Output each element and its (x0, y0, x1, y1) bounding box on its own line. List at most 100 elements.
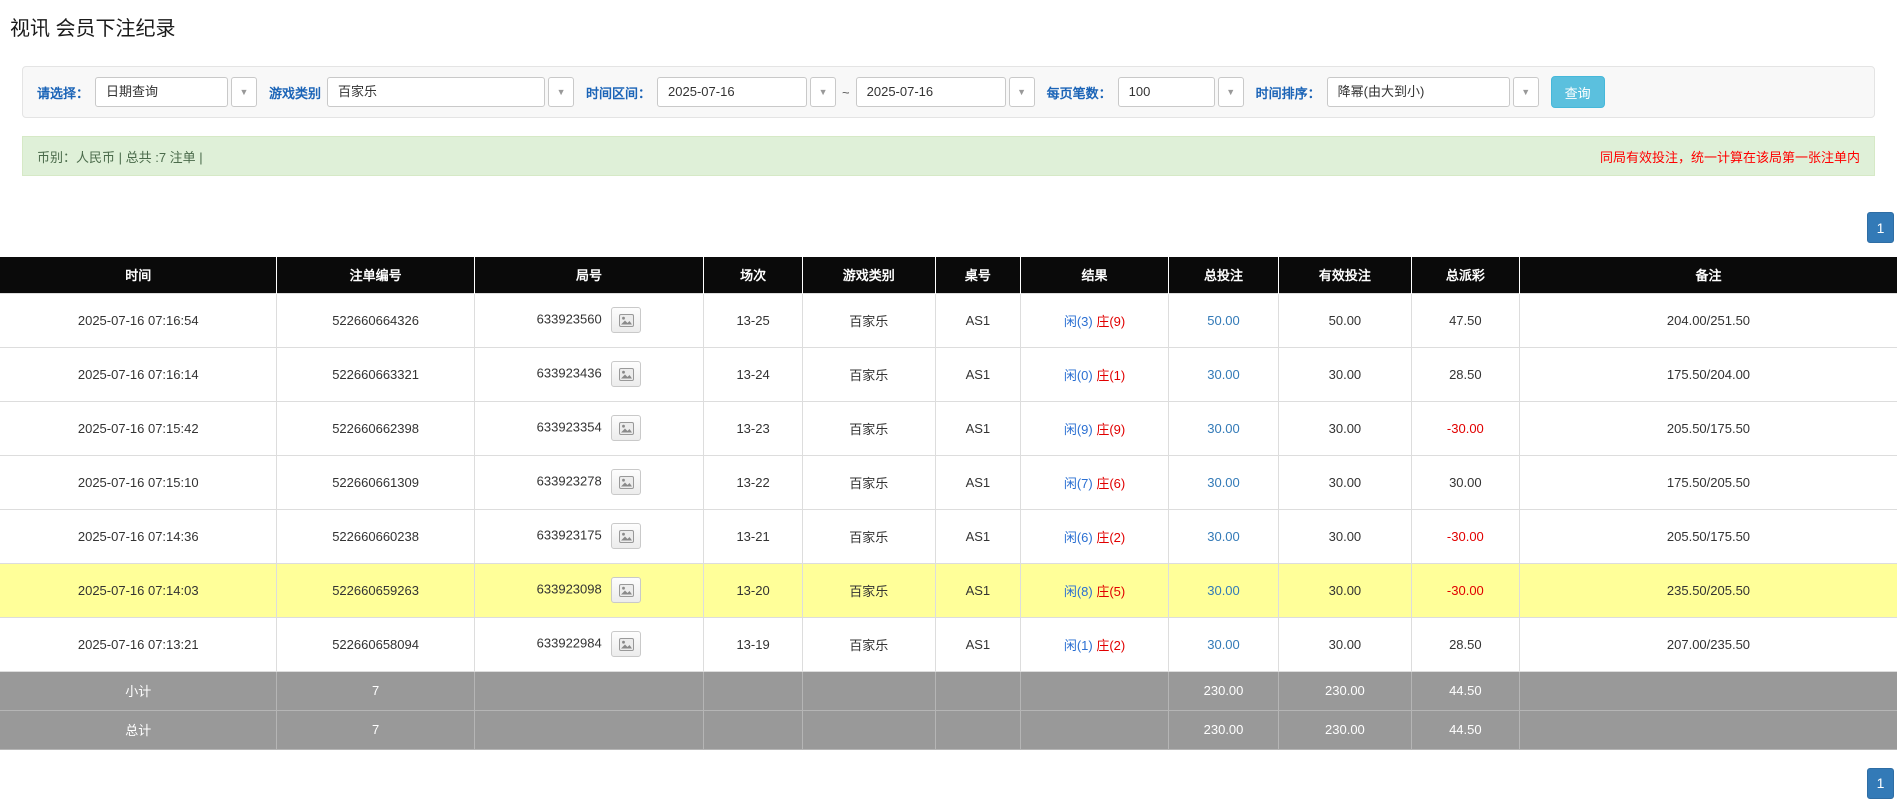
cell-session: 13-23 (704, 401, 803, 455)
caret-down-icon[interactable]: ▼ (1513, 77, 1539, 107)
cell-payout: 47.50 (1411, 293, 1519, 347)
total-bet-link[interactable]: 50.00 (1207, 313, 1240, 328)
currency-summary: 币别：人民币 | 总共 :7 注单 | (37, 147, 203, 166)
column-header: 局号 (474, 257, 704, 293)
page-size-select[interactable]: 100 ▼ (1118, 77, 1244, 107)
summary-cell (704, 710, 803, 749)
total-bet-link[interactable]: 30.00 (1207, 529, 1240, 544)
round-media-button[interactable] (611, 415, 641, 441)
result-banker: 庄(5) (1096, 584, 1125, 599)
summary-row: 小计7230.00230.0044.50 (0, 671, 1897, 710)
cell-payout: -30.00 (1411, 401, 1519, 455)
cell-valid-bet: 30.00 (1279, 455, 1412, 509)
table-header-row: 时间注单编号局号场次游戏类别桌号结果总投注有效投注总派彩备注 (0, 257, 1897, 293)
date-from-picker[interactable]: 2025-07-16 ▼ (657, 77, 836, 107)
sort-value[interactable]: 降幂(由大到小) (1327, 77, 1510, 107)
query-type-label: 请选择： (37, 83, 89, 102)
cell-valid-bet: 30.00 (1279, 509, 1412, 563)
game-type-value[interactable]: 百家乐 (327, 77, 545, 107)
column-header: 总投注 (1169, 257, 1279, 293)
table-row[interactable]: 2025-07-16 07:13:21522660658094633922984… (0, 617, 1897, 671)
media-icon (619, 422, 634, 435)
summary-cell (1519, 710, 1897, 749)
cell-round-id: 633923175 (474, 509, 704, 563)
date-to-picker[interactable]: 2025-07-16 ▼ (856, 77, 1035, 107)
page-size-label: 每页笔数： (1047, 83, 1112, 102)
date-from-value[interactable]: 2025-07-16 (657, 77, 807, 107)
result-banker: 庄(1) (1096, 368, 1125, 383)
column-header: 注单编号 (277, 257, 474, 293)
page-1-button[interactable]: 1 (1867, 768, 1894, 799)
total-bet-link[interactable]: 30.00 (1207, 583, 1240, 598)
total-bet-link[interactable]: 30.00 (1207, 421, 1240, 436)
cell-total-bet: 30.00 (1169, 509, 1279, 563)
table-row[interactable]: 2025-07-16 07:16:14522660663321633923436… (0, 347, 1897, 401)
summary-cell (1519, 671, 1897, 710)
round-media-button[interactable] (611, 469, 641, 495)
table-row[interactable]: 2025-07-16 07:14:36522660660238633923175… (0, 509, 1897, 563)
cell-remark: 207.00/235.50 (1519, 617, 1897, 671)
caret-down-icon[interactable]: ▼ (231, 77, 257, 107)
query-type-select[interactable]: 日期查询 ▼ (95, 77, 257, 107)
notice-text: 同局有效投注，统一计算在该局第一张注单内 (1600, 147, 1860, 166)
cell-valid-bet: 30.00 (1279, 347, 1412, 401)
cell-session: 13-22 (704, 455, 803, 509)
total-bet-link[interactable]: 30.00 (1207, 475, 1240, 490)
cell-result: 闲(9) 庄(9) (1021, 401, 1169, 455)
round-media-button[interactable] (611, 523, 641, 549)
cell-result: 闲(8) 庄(5) (1021, 563, 1169, 617)
result-player: 闲(9) (1064, 422, 1093, 437)
round-media-button[interactable] (611, 577, 641, 603)
caret-down-icon[interactable]: ▼ (1009, 77, 1035, 107)
cell-session: 13-19 (704, 617, 803, 671)
cell-round-id: 633923436 (474, 347, 704, 401)
filter-bar: 请选择： 日期查询 ▼ 游戏类别 百家乐 ▼ 时间区间： 2025-07-16 … (22, 66, 1875, 118)
page-1-button[interactable]: 1 (1867, 212, 1894, 243)
cell-payout: 30.00 (1411, 455, 1519, 509)
cell-game: 百家乐 (802, 293, 935, 347)
summary-cell: 44.50 (1411, 710, 1519, 749)
table-row[interactable]: 2025-07-16 07:15:10522660661309633923278… (0, 455, 1897, 509)
table-row[interactable]: 2025-07-16 07:16:54522660664326633923560… (0, 293, 1897, 347)
cell-table: AS1 (935, 509, 1020, 563)
column-header: 桌号 (935, 257, 1020, 293)
cell-valid-bet: 30.00 (1279, 563, 1412, 617)
caret-down-icon[interactable]: ▼ (548, 77, 574, 107)
summary-cell: 230.00 (1169, 671, 1279, 710)
page-title: 视讯 会员下注纪录 (0, 0, 1897, 42)
summary-cell: 7 (277, 710, 474, 749)
cell-total-bet: 30.00 (1169, 563, 1279, 617)
result-player: 闲(1) (1064, 638, 1093, 653)
cell-time: 2025-07-16 07:14:03 (0, 563, 277, 617)
caret-down-icon[interactable]: ▼ (1218, 77, 1244, 107)
sort-select[interactable]: 降幂(由大到小) ▼ (1327, 77, 1539, 107)
round-media-button[interactable] (611, 307, 641, 333)
cell-game: 百家乐 (802, 455, 935, 509)
summary-cell (802, 671, 935, 710)
cell-session: 13-25 (704, 293, 803, 347)
summary-cell (1021, 671, 1169, 710)
table-row[interactable]: 2025-07-16 07:15:42522660662398633923354… (0, 401, 1897, 455)
search-button[interactable]: 查询 (1551, 76, 1605, 108)
total-bet-link[interactable]: 30.00 (1207, 637, 1240, 652)
date-to-value[interactable]: 2025-07-16 (856, 77, 1006, 107)
cell-bet-id: 522660664326 (277, 293, 474, 347)
query-type-value[interactable]: 日期查询 (95, 77, 228, 107)
cell-time: 2025-07-16 07:14:36 (0, 509, 277, 563)
page-size-value[interactable]: 100 (1118, 77, 1215, 107)
cell-time: 2025-07-16 07:16:14 (0, 347, 277, 401)
round-media-button[interactable] (611, 361, 641, 387)
cell-session: 13-21 (704, 509, 803, 563)
summary-cell (802, 710, 935, 749)
cell-payout: -30.00 (1411, 509, 1519, 563)
cell-payout: 28.50 (1411, 347, 1519, 401)
caret-down-icon[interactable]: ▼ (810, 77, 836, 107)
game-type-select[interactable]: 百家乐 ▼ (327, 77, 574, 107)
cell-bet-id: 522660660238 (277, 509, 474, 563)
summary-cell: 7 (277, 671, 474, 710)
round-media-button[interactable] (611, 631, 641, 657)
game-type-label: 游戏类别 (269, 83, 321, 102)
total-bet-link[interactable]: 30.00 (1207, 367, 1240, 382)
summary-cell (935, 710, 1020, 749)
table-row[interactable]: 2025-07-16 07:14:03522660659263633923098… (0, 563, 1897, 617)
